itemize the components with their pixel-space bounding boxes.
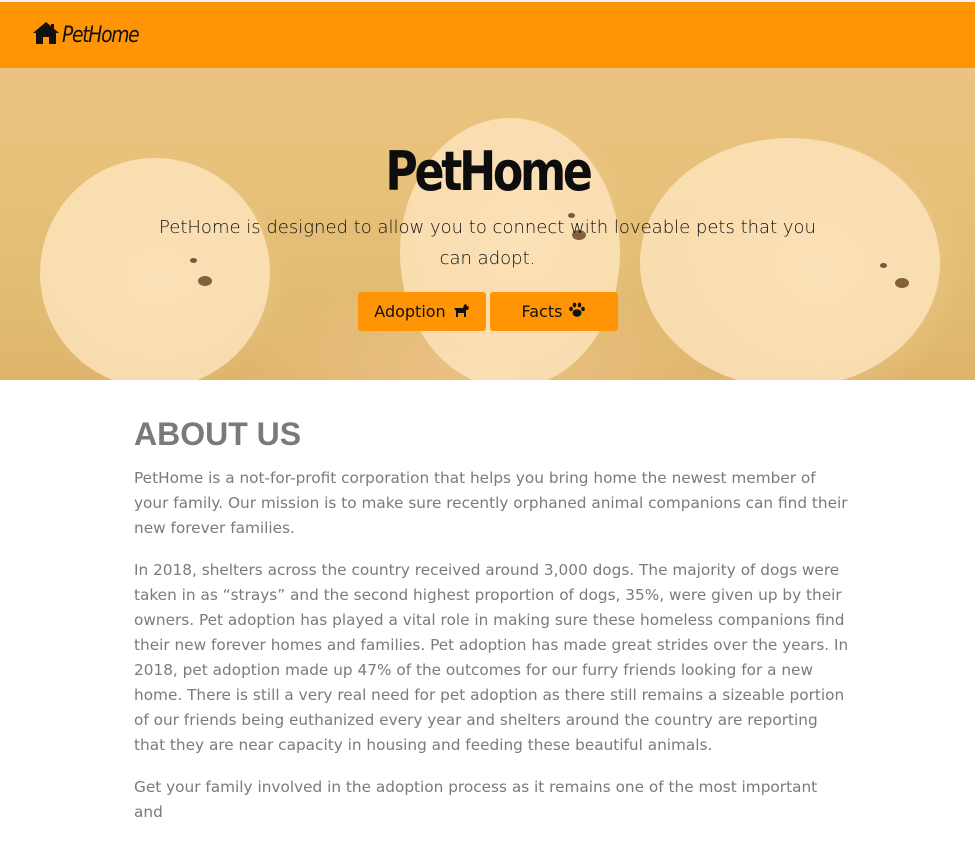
about-paragraph-statistics: In 2018, shelters across the country rec…: [134, 561, 849, 754]
about-paragraph-mission: PetHome is a not-for-profit corporation …: [134, 469, 848, 537]
facts-button-label: Facts: [521, 302, 563, 321]
hero-title: PetHome: [385, 140, 593, 203]
adoption-button-label: Adoption: [374, 302, 446, 321]
adoption-button[interactable]: Adoption: [358, 292, 486, 331]
about-heading: ABOUT US: [134, 416, 302, 452]
about-section: ABOUT US PetHome is a not-for-profit cor…: [134, 414, 849, 842]
facts-button[interactable]: Facts: [490, 292, 618, 331]
home-icon: [32, 21, 60, 50]
brand-name: PetHome: [62, 22, 140, 48]
hero-banner: PetHome PetHome is designed to allow you…: [0, 68, 975, 380]
paw-icon: [568, 302, 586, 322]
about-paragraph-involvement: Get your family involved in the adoption…: [134, 778, 818, 821]
dog-icon: [452, 302, 470, 322]
brand-link[interactable]: PetHome: [32, 21, 152, 50]
navbar: PetHome: [0, 0, 975, 68]
hero-description: PetHome is designed to allow you to conn…: [159, 217, 816, 269]
